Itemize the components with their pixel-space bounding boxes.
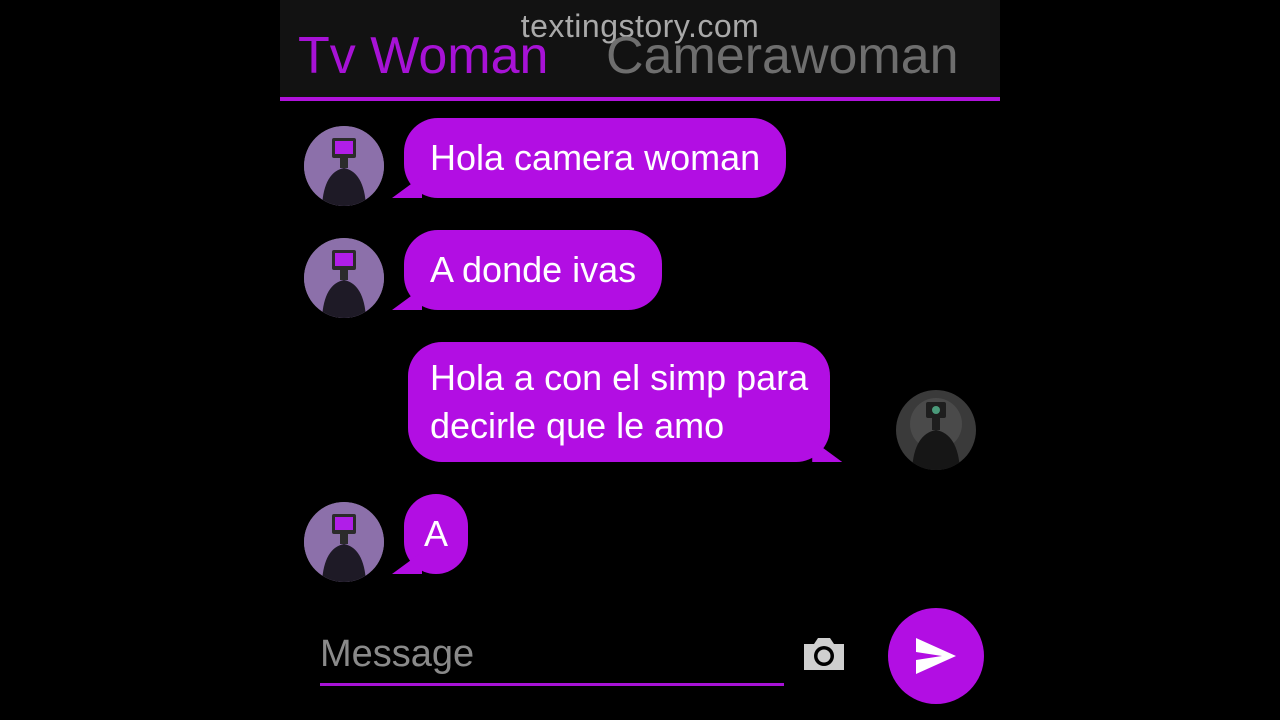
tv-woman-avatar-image [304,126,384,206]
tab-tv-woman[interactable]: Tv Woman [298,26,548,86]
tab-camerawoman[interactable]: Camerawoman [606,26,959,86]
camera-icon[interactable] [800,634,848,674]
message-input-wrapper [320,628,784,686]
camerawoman-avatar-image [896,390,976,470]
message-bubble: A [404,494,469,574]
message-text-line: Hola a con el simp para [430,357,809,398]
tv-woman-avatar[interactable] [304,502,384,582]
message-bubble: A donde ivas [404,230,663,310]
send-icon [916,638,956,674]
message-input[interactable] [320,628,784,680]
send-button[interactable] [888,608,984,704]
tv-woman-avatar-image [304,502,384,582]
chat-header: textingstory.com Tv Woman Camerawoman [280,0,1000,101]
chat-screen: textingstory.com Tv Woman Camerawoman Ho… [280,0,1000,720]
message-text: A donde ivas [430,249,637,290]
message-text: Hola camera woman [430,137,761,178]
camerawoman-avatar[interactable] [896,390,976,470]
message-bubble: Hola camera woman [404,118,787,198]
message-bubble-outgoing: Hola a con el simp para decirle que le a… [408,342,831,462]
tv-woman-avatar-image [304,238,384,318]
message-text-line: decirle que le amo [430,405,725,446]
tv-woman-avatar[interactable] [304,126,384,206]
tv-woman-avatar[interactable] [304,238,384,318]
message-text: A [424,513,449,554]
